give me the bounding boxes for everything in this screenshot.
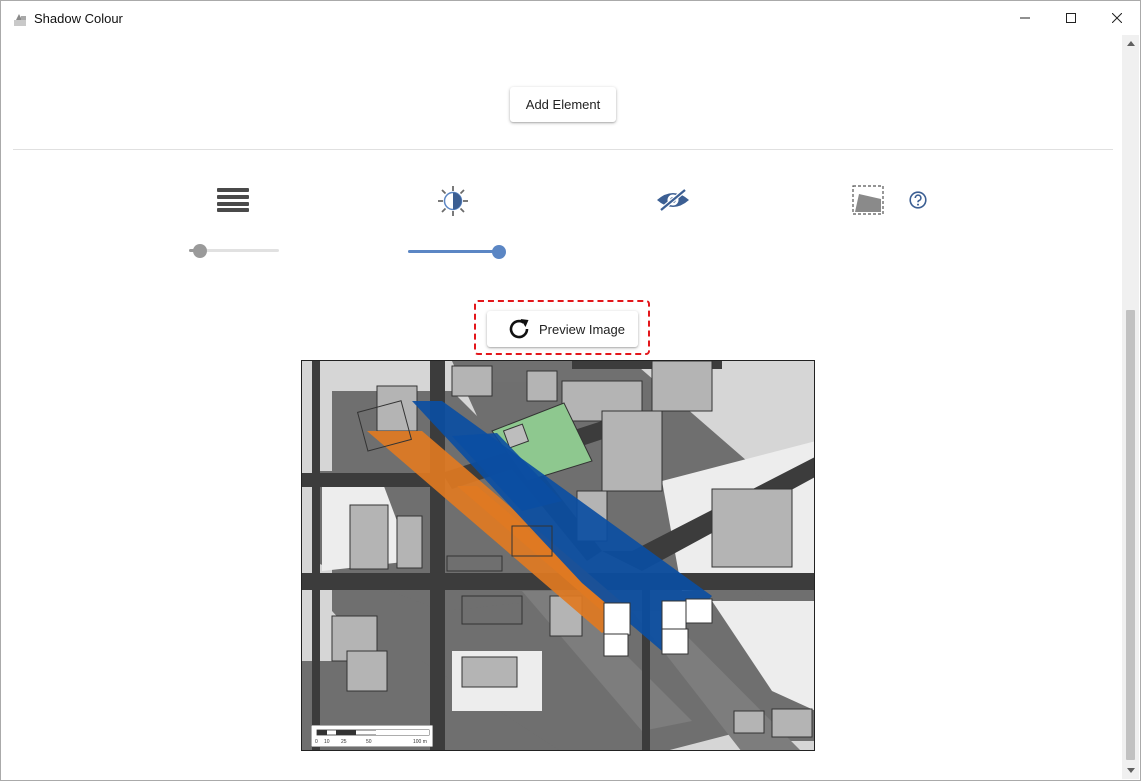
- scale-tick-label: 10: [324, 739, 330, 745]
- scrollbar-thumb[interactable]: [1126, 310, 1135, 760]
- app-window: Shadow Colour Add Element Preview Image …: [0, 0, 1141, 781]
- brightness-icon[interactable]: [438, 186, 468, 216]
- map-image: [302, 361, 814, 750]
- maximize-icon: [1066, 13, 1076, 23]
- scale-tick-label: 25: [341, 739, 347, 745]
- window-title: Shadow Colour: [34, 11, 123, 26]
- region-select-icon[interactable]: [852, 185, 884, 215]
- chevron-down-icon: [1126, 768, 1135, 773]
- brightness-slider[interactable]: [408, 242, 506, 262]
- maximize-button[interactable]: [1048, 1, 1094, 35]
- minimize-button[interactable]: [1002, 1, 1048, 35]
- slider-thumb[interactable]: [492, 245, 506, 259]
- chevron-up-icon: [1126, 41, 1135, 46]
- title-bar[interactable]: Shadow Colour: [1, 1, 1140, 35]
- slider-fill: [408, 250, 499, 253]
- scale-tick-label: 50: [366, 739, 372, 745]
- layers-icon[interactable]: [217, 188, 249, 212]
- add-element-button[interactable]: Add Element: [510, 87, 616, 122]
- eye-off-icon[interactable]: [656, 187, 690, 213]
- shadow-map-preview: [301, 360, 815, 751]
- scroll-down-button[interactable]: [1122, 762, 1139, 779]
- scale-tick-label: 100 m: [413, 739, 427, 745]
- help-icon[interactable]: [909, 191, 927, 209]
- vertical-scrollbar[interactable]: [1122, 35, 1139, 779]
- minimize-icon: [1020, 17, 1030, 19]
- preview-image-label: Preview Image: [539, 321, 625, 337]
- preview-image-button[interactable]: Preview Image: [487, 311, 638, 347]
- section-divider: [13, 149, 1113, 150]
- close-icon: [1112, 13, 1122, 23]
- layer-opacity-slider[interactable]: [189, 241, 279, 261]
- slider-thumb[interactable]: [192, 244, 207, 258]
- refresh-icon: [509, 319, 529, 339]
- close-button[interactable]: [1094, 1, 1140, 35]
- app-icon: [14, 14, 26, 26]
- scroll-up-button[interactable]: [1122, 35, 1139, 52]
- map-scale-bar: 0 10 25 50 100 m: [311, 725, 433, 747]
- scale-tick-label: 0: [315, 739, 318, 745]
